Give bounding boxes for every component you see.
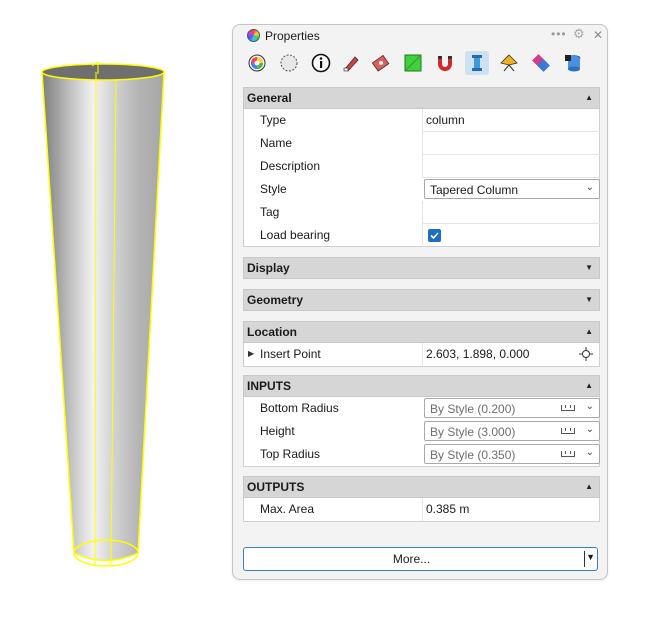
section-outputs-header[interactable]: OUTPUTS ▲ bbox=[243, 476, 600, 498]
color-wheel-icon[interactable] bbox=[245, 51, 269, 75]
row-load-bearing: Load bearing bbox=[244, 224, 599, 247]
expand-arrow-icon[interactable]: ▼ bbox=[585, 263, 593, 272]
name-label: Name bbox=[260, 136, 293, 150]
top-radius-value: By Style (0.350) bbox=[430, 448, 516, 462]
load-bearing-label: Load bearing bbox=[260, 228, 331, 242]
section-inputs-header[interactable]: INPUTS ▲ bbox=[243, 375, 600, 397]
row-type: Type column bbox=[244, 109, 600, 132]
expand-triangle-icon[interactable]: ▶ bbox=[248, 349, 254, 358]
height-dropdown[interactable]: By Style (3.000) ⌄ bbox=[424, 421, 600, 441]
section-inputs-label: INPUTS bbox=[247, 379, 292, 393]
panel-titlebar[interactable]: Properties ••• ⚙ ✕ bbox=[233, 25, 607, 47]
bottom-radius-label: Bottom Radius bbox=[260, 401, 339, 415]
database-icon[interactable] bbox=[561, 51, 585, 75]
ruler-icon bbox=[561, 405, 575, 411]
chevron-down-icon: ⌄ bbox=[585, 424, 594, 435]
bottom-radius-dropdown[interactable]: By Style (0.200) ⌄ bbox=[424, 398, 600, 418]
material-icon[interactable] bbox=[277, 51, 301, 75]
max-area-value: 0.385 m bbox=[426, 502, 470, 516]
height-value: By Style (3.000) bbox=[430, 425, 516, 439]
column-icon[interactable] bbox=[465, 51, 489, 75]
general-rows: Type column Name Description Style Taper… bbox=[243, 109, 600, 247]
section-general-label: General bbox=[247, 91, 292, 105]
collapse-arrow-icon[interactable]: ▲ bbox=[585, 327, 593, 336]
description-label: Description bbox=[260, 159, 321, 173]
more-options-icon[interactable]: ••• bbox=[551, 27, 567, 41]
row-bottom-radius: Bottom Radius By Style (0.200) ⌄ bbox=[244, 397, 600, 420]
decal-icon[interactable] bbox=[401, 51, 425, 75]
split-divider bbox=[584, 551, 585, 567]
load-bearing-checkbox[interactable] bbox=[428, 229, 441, 242]
more-button-label: More... bbox=[392, 552, 431, 566]
style-label: Style bbox=[260, 182, 287, 196]
section-outputs-label: OUTPUTS bbox=[247, 480, 305, 494]
info-icon[interactable] bbox=[309, 51, 333, 75]
row-top-radius: Top Radius By Style (0.350) ⌄ bbox=[244, 443, 600, 466]
properties-panel: Properties ••• ⚙ ✕ General ▲ Type column… bbox=[232, 24, 608, 580]
section-location-header[interactable]: Location ▲ bbox=[243, 321, 600, 343]
top-radius-dropdown[interactable]: By Style (0.350) ⌄ bbox=[424, 444, 600, 464]
row-style: Style Tapered Column ⌄ bbox=[244, 178, 600, 201]
section-general-header[interactable]: General ▲ bbox=[243, 87, 600, 109]
collapse-arrow-icon[interactable]: ▲ bbox=[585, 93, 593, 102]
light-icon[interactable] bbox=[497, 51, 521, 75]
max-area-label: Max. Area bbox=[260, 502, 315, 516]
chevron-down-icon: ⌄ bbox=[585, 401, 594, 412]
panel-title: Properties bbox=[265, 29, 320, 43]
3d-viewport[interactable] bbox=[0, 0, 230, 614]
row-height: Height By Style (3.000) ⌄ bbox=[244, 420, 600, 443]
section-display-label: Display bbox=[247, 261, 290, 275]
crosshair-icon[interactable] bbox=[579, 347, 593, 364]
tapered-column-model[interactable] bbox=[0, 0, 230, 614]
ruler-icon bbox=[561, 451, 575, 457]
network-icon[interactable] bbox=[529, 51, 553, 75]
top-radius-label: Top Radius bbox=[260, 447, 321, 461]
insert-point-value[interactable]: 2.603, 1.898, 0.000 bbox=[426, 347, 529, 361]
more-button[interactable]: More... ▼ bbox=[243, 547, 598, 571]
ruler-icon bbox=[561, 428, 575, 434]
close-icon[interactable]: ✕ bbox=[593, 28, 603, 42]
properties-toolbar bbox=[241, 49, 601, 79]
row-description: Description bbox=[244, 155, 600, 178]
collapse-arrow-icon[interactable]: ▲ bbox=[585, 482, 593, 491]
height-label: Height bbox=[260, 424, 295, 438]
style-dropdown[interactable]: Tapered Column ⌄ bbox=[424, 179, 600, 199]
texture-icon[interactable] bbox=[369, 51, 393, 75]
chevron-down-icon: ⌄ bbox=[585, 447, 594, 458]
expand-arrow-icon[interactable]: ▼ bbox=[585, 295, 593, 304]
section-geometry-label: Geometry bbox=[247, 293, 304, 307]
section-location-label: Location bbox=[247, 325, 297, 339]
tag-label: Tag bbox=[260, 205, 280, 219]
section-geometry-header[interactable]: Geometry ▼ bbox=[243, 289, 600, 311]
magnet-icon[interactable] bbox=[433, 51, 457, 75]
location-rows: ▶ Insert Point 2.603, 1.898, 0.000 bbox=[243, 343, 600, 367]
section-display-header[interactable]: Display ▼ bbox=[243, 257, 600, 279]
paint-icon[interactable] bbox=[339, 51, 363, 75]
type-value: column bbox=[426, 113, 465, 127]
type-label: Type bbox=[260, 113, 287, 127]
tag-field[interactable] bbox=[422, 201, 600, 224]
style-value: Tapered Column bbox=[430, 183, 519, 197]
insert-point-label: Insert Point bbox=[260, 347, 321, 361]
outputs-rows: Max. Area 0.385 m bbox=[243, 498, 600, 522]
dropdown-arrow-icon[interactable]: ▼ bbox=[586, 552, 595, 562]
name-field[interactable] bbox=[422, 132, 600, 155]
row-insert-point: ▶ Insert Point 2.603, 1.898, 0.000 bbox=[244, 343, 599, 366]
row-name: Name bbox=[244, 132, 600, 155]
properties-color-icon bbox=[247, 29, 260, 42]
row-max-area: Max. Area 0.385 m bbox=[244, 498, 599, 521]
row-tag: Tag bbox=[244, 201, 600, 224]
collapse-arrow-icon[interactable]: ▲ bbox=[585, 381, 593, 390]
gear-icon[interactable]: ⚙ bbox=[573, 26, 585, 42]
inputs-rows: Bottom Radius By Style (0.200) ⌄ Height … bbox=[243, 397, 600, 467]
bottom-radius-value: By Style (0.200) bbox=[430, 402, 516, 416]
description-field[interactable] bbox=[422, 155, 600, 178]
chevron-down-icon: ⌄ bbox=[585, 182, 594, 193]
